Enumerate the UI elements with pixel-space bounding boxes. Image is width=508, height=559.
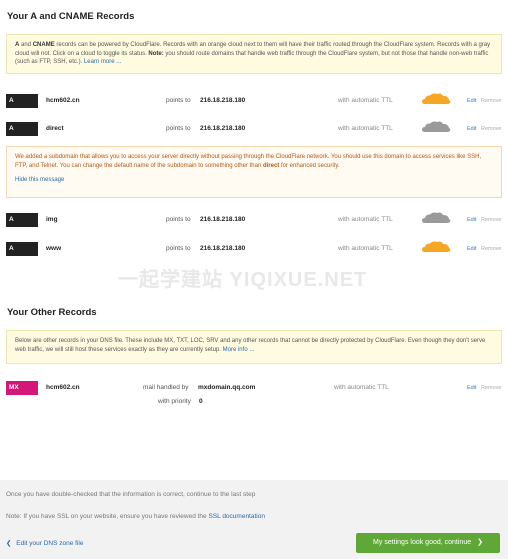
- direct-note-bold: direct: [262, 162, 280, 169]
- other-records-info-note: Below are other records in your DNS file…: [6, 330, 502, 364]
- record-name: www: [46, 245, 62, 252]
- gray-cloud-icon[interactable]: [421, 211, 451, 225]
- priority-value: 0: [199, 398, 203, 405]
- note-a-note-label: Note:: [148, 50, 164, 57]
- dns-record-row: A direct points to 216.18.218.180 with a…: [6, 120, 504, 136]
- note-a-and: and: [19, 42, 33, 48]
- edit-link[interactable]: Edit: [467, 242, 476, 256]
- remove-link[interactable]: Remove: [481, 213, 501, 227]
- section-other-title: Your Other Records: [7, 307, 97, 318]
- continue-button[interactable]: My settings look good, continue ❯: [356, 533, 500, 553]
- continue-button-label: My settings look good, continue: [373, 539, 472, 546]
- more-info-link[interactable]: More info ...: [223, 347, 255, 353]
- edit-link[interactable]: Edit: [467, 381, 476, 395]
- note-a-bold-cname: CNAME: [32, 42, 55, 48]
- record-ip: 216.18.218.180: [200, 125, 246, 132]
- points-to-label: points to: [166, 245, 191, 252]
- remove-link[interactable]: Remove: [481, 381, 501, 395]
- watermark: 一起学建站 YIQIXUE.NET: [118, 269, 368, 291]
- record-ttl: with automatic TTL: [338, 216, 393, 223]
- record-type-badge: A: [6, 122, 38, 136]
- points-to-label: points to: [166, 216, 191, 223]
- record-name: hcm602.cn: [46, 97, 80, 104]
- points-to-label: points to: [166, 97, 191, 104]
- remove-link[interactable]: Remove: [481, 242, 501, 256]
- record-name: hcm602.cn: [46, 384, 80, 391]
- record-type-badge: A: [6, 242, 38, 256]
- dns-record-row: A hcm602.cn points to 216.18.218.180 wit…: [6, 92, 504, 108]
- hide-message-link[interactable]: Hide this message: [15, 177, 64, 183]
- record-name: direct: [46, 125, 64, 132]
- direct-note-text-2: for enhanced security.: [279, 162, 340, 169]
- record-ttl: with automatic TTL: [334, 384, 389, 391]
- orange-cloud-icon[interactable]: [421, 240, 451, 254]
- record-ttl: with automatic TTL: [338, 245, 393, 252]
- remove-link[interactable]: Remove: [481, 122, 501, 136]
- back-link[interactable]: ❮ Edit your DNS zone file: [6, 539, 83, 547]
- back-link-label: Edit your DNS zone file: [16, 540, 84, 547]
- section-a-title: Your A and CNAME Records: [7, 11, 135, 22]
- dns-record-row: A www points to 216.18.218.180 with auto…: [6, 240, 504, 256]
- edit-link[interactable]: Edit: [467, 122, 476, 136]
- direct-note-text: We added a subdomain that allows you to …: [15, 154, 482, 169]
- gray-cloud-icon[interactable]: [421, 120, 451, 134]
- record-ip: 216.18.218.180: [200, 97, 246, 104]
- priority-label: with priority: [158, 398, 191, 405]
- mail-handled-label: mail handled by: [143, 384, 189, 391]
- record-ip: 216.18.218.180: [200, 245, 246, 252]
- learn-more-link[interactable]: Learn more ...: [84, 59, 121, 65]
- points-to-label: points to: [166, 125, 191, 132]
- mail-server: mxdomain.qq.com: [198, 384, 256, 391]
- footer-instruction: Once you have double-checked that the in…: [6, 491, 256, 498]
- record-ip: 216.18.218.180: [200, 216, 246, 223]
- orange-cloud-icon[interactable]: [421, 92, 451, 106]
- record-name: img: [46, 216, 58, 223]
- ssl-note: Note: If you have SSL on your website, e…: [6, 513, 265, 520]
- record-type-badge: MX: [6, 381, 38, 395]
- edit-link[interactable]: Edit: [467, 213, 476, 227]
- a-cname-info-note: A and CNAME records can be powered by Cl…: [6, 34, 502, 74]
- record-type-badge: A: [6, 94, 38, 108]
- mx-record-row: MX hcm602.cn mail handled by mxdomain.qq…: [6, 381, 504, 411]
- edit-link[interactable]: Edit: [467, 94, 476, 108]
- chevron-right-icon: ❯: [477, 539, 483, 546]
- remove-link[interactable]: Remove: [481, 94, 501, 108]
- chevron-left-icon: ❮: [6, 540, 12, 547]
- ssl-note-text: Note: If you have SSL on your website, e…: [6, 513, 209, 520]
- record-ttl: with automatic TTL: [338, 125, 393, 132]
- record-ttl: with automatic TTL: [338, 97, 393, 104]
- direct-subdomain-note: We added a subdomain that allows you to …: [6, 146, 502, 198]
- record-type-badge: A: [6, 213, 38, 227]
- ssl-documentation-link[interactable]: SSL documentation: [208, 513, 265, 520]
- dns-record-row: A img points to 216.18.218.180 with auto…: [6, 211, 504, 227]
